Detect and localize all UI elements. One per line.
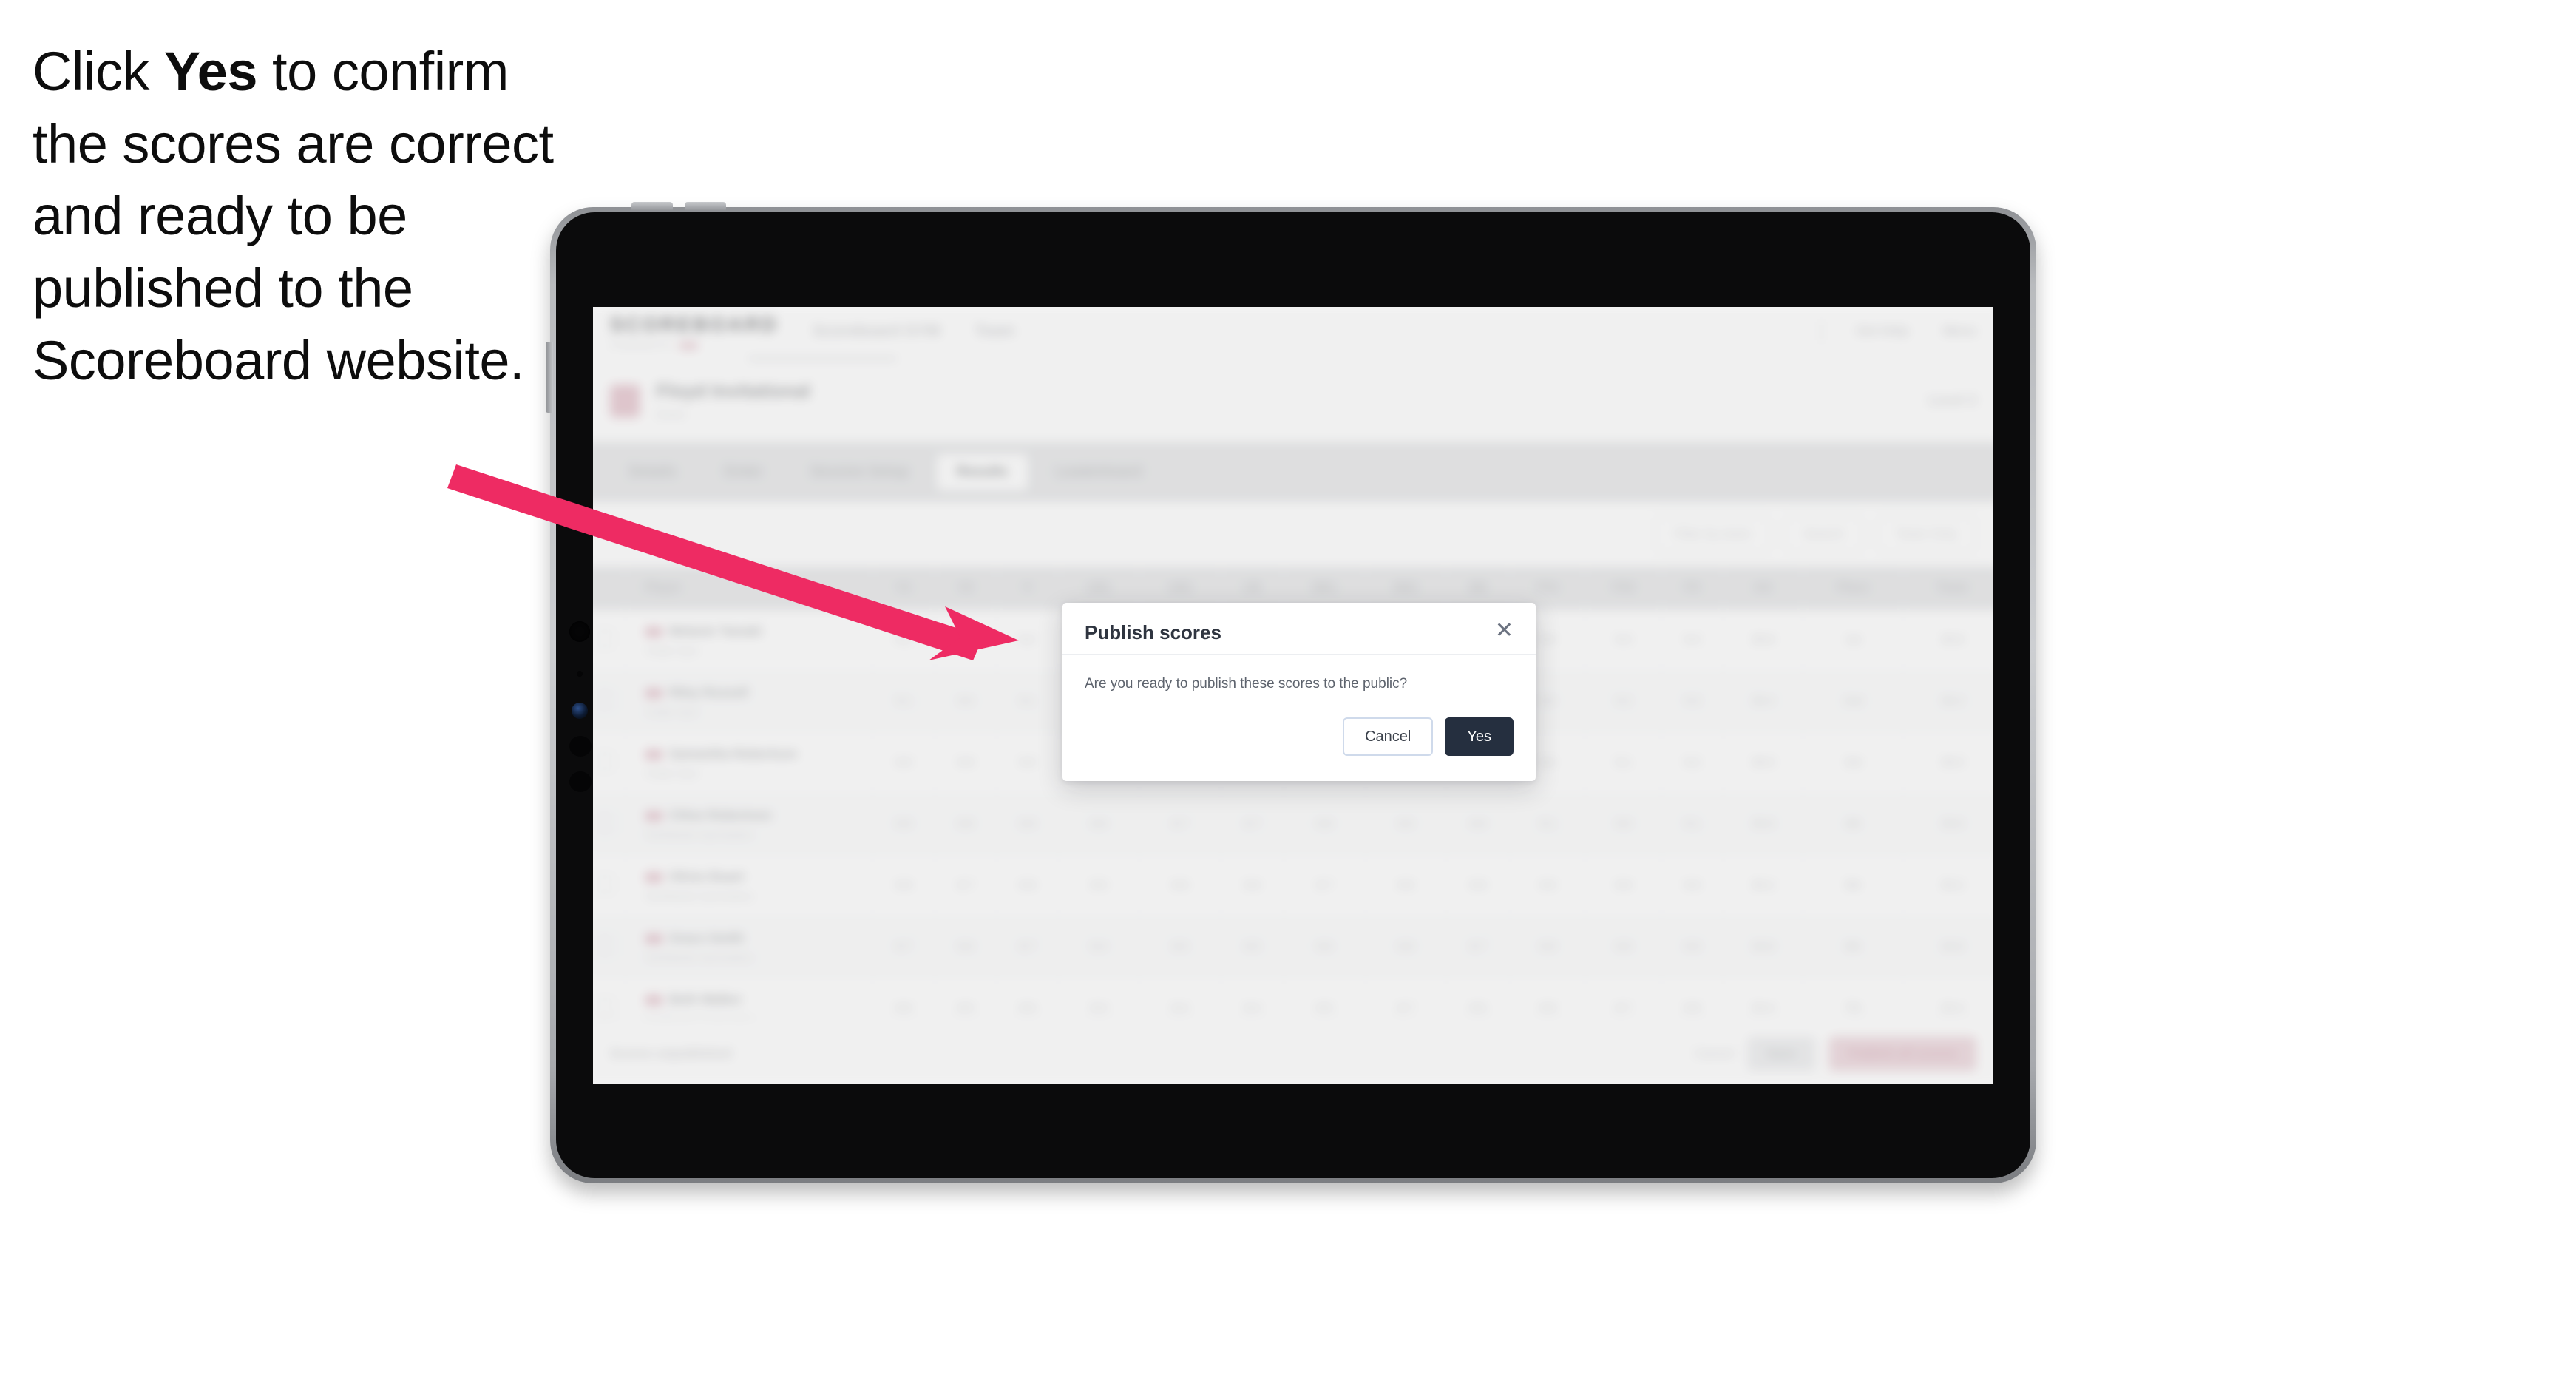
instruction-text-before: Click: [33, 41, 164, 102]
sensor-lens-icon: [572, 703, 588, 719]
dialog-title: Publish scores: [1085, 621, 1221, 643]
front-camera-icon: [569, 621, 590, 642]
cancel-button[interactable]: Cancel: [1343, 717, 1434, 757]
tablet-screen: SCOREBOARD POWERED BY Scoreboard GYM Tea…: [593, 307, 1993, 1084]
sensor-icon-5: [569, 771, 592, 792]
power-button[interactable]: [546, 342, 553, 413]
dialog-header: Publish scores ✕: [1062, 603, 1536, 655]
volume-down-button[interactable]: [685, 202, 726, 211]
publish-scores-dialog: Publish scores ✕ Are you ready to publis…: [1062, 603, 1536, 782]
dialog-message: Are you ready to publish these scores to…: [1085, 675, 1408, 692]
volume-up-button[interactable]: [631, 202, 673, 211]
instruction-emphasis: Yes: [163, 41, 258, 102]
tablet-device: SCOREBOARD POWERED BY Scoreboard GYM Tea…: [546, 202, 2036, 1183]
sensor-icon-4: [569, 736, 592, 757]
modal-layer: Publish scores ✕ Are you ready to publis…: [593, 307, 1993, 1084]
yes-button[interactable]: Yes: [1445, 717, 1514, 757]
dialog-actions: Cancel Yes: [1062, 698, 1536, 781]
close-icon[interactable]: ✕: [1495, 620, 1514, 642]
indicator-dot-icon: [577, 671, 583, 677]
instruction-caption: Click Yes to confirm the scores are corr…: [33, 36, 580, 396]
